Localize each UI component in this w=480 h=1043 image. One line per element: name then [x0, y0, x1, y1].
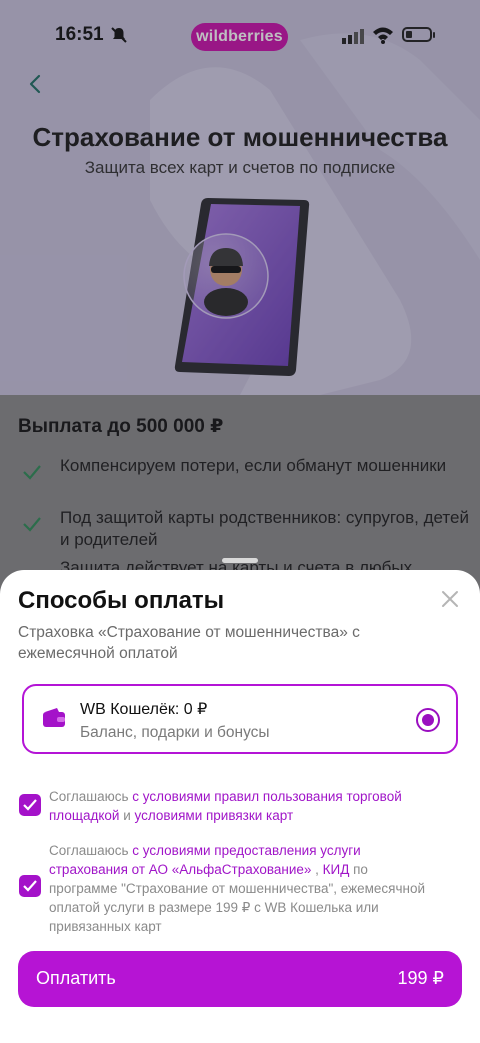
kid-link[interactable]: КИД: [323, 862, 350, 877]
sheet-title: Способы оплаты: [18, 587, 225, 614]
wallet-subtitle: Баланс, подарки и бонусы: [80, 724, 270, 741]
payment-methods-sheet: Способы оплаты Страховка «Страхование от…: [0, 570, 480, 1043]
pay-button[interactable]: Оплатить 199 ₽: [18, 951, 462, 1007]
wallet-option[interactable]: WB Кошелёк: 0 ₽ Баланс, подарки и бонусы: [22, 684, 458, 754]
terms-agreement: Соглашаюсь с условиями правил пользовани…: [49, 787, 439, 825]
sheet-description: Страховка «Страхование от мошенничества»…: [18, 624, 360, 662]
pay-button-label: Оплатить: [36, 968, 116, 988]
agreement-text: Соглашаюсь: [49, 843, 133, 858]
agreement-text: ,: [311, 862, 323, 877]
checkmark-icon: [23, 880, 37, 892]
close-icon[interactable]: [438, 587, 462, 611]
checkmark-icon: [23, 799, 37, 811]
wallet-icon: [43, 708, 65, 727]
card-binding-terms-link[interactable]: условиями привязки карт: [135, 808, 294, 823]
pay-button-amount: 199 ₽: [397, 968, 445, 988]
insurance-terms-checkbox[interactable]: [19, 875, 41, 897]
sheet-grabber[interactable]: [222, 558, 258, 563]
wallet-name: WB Кошелёк: 0 ₽: [80, 701, 208, 718]
insurance-agreement: Соглашаюсь с условиями предоставления ус…: [49, 841, 439, 936]
agreement-text: и: [119, 808, 135, 823]
terms-checkbox[interactable]: [19, 794, 41, 816]
agreement-text: Соглашаюсь: [49, 789, 133, 804]
wallet-radio[interactable]: [416, 708, 440, 732]
